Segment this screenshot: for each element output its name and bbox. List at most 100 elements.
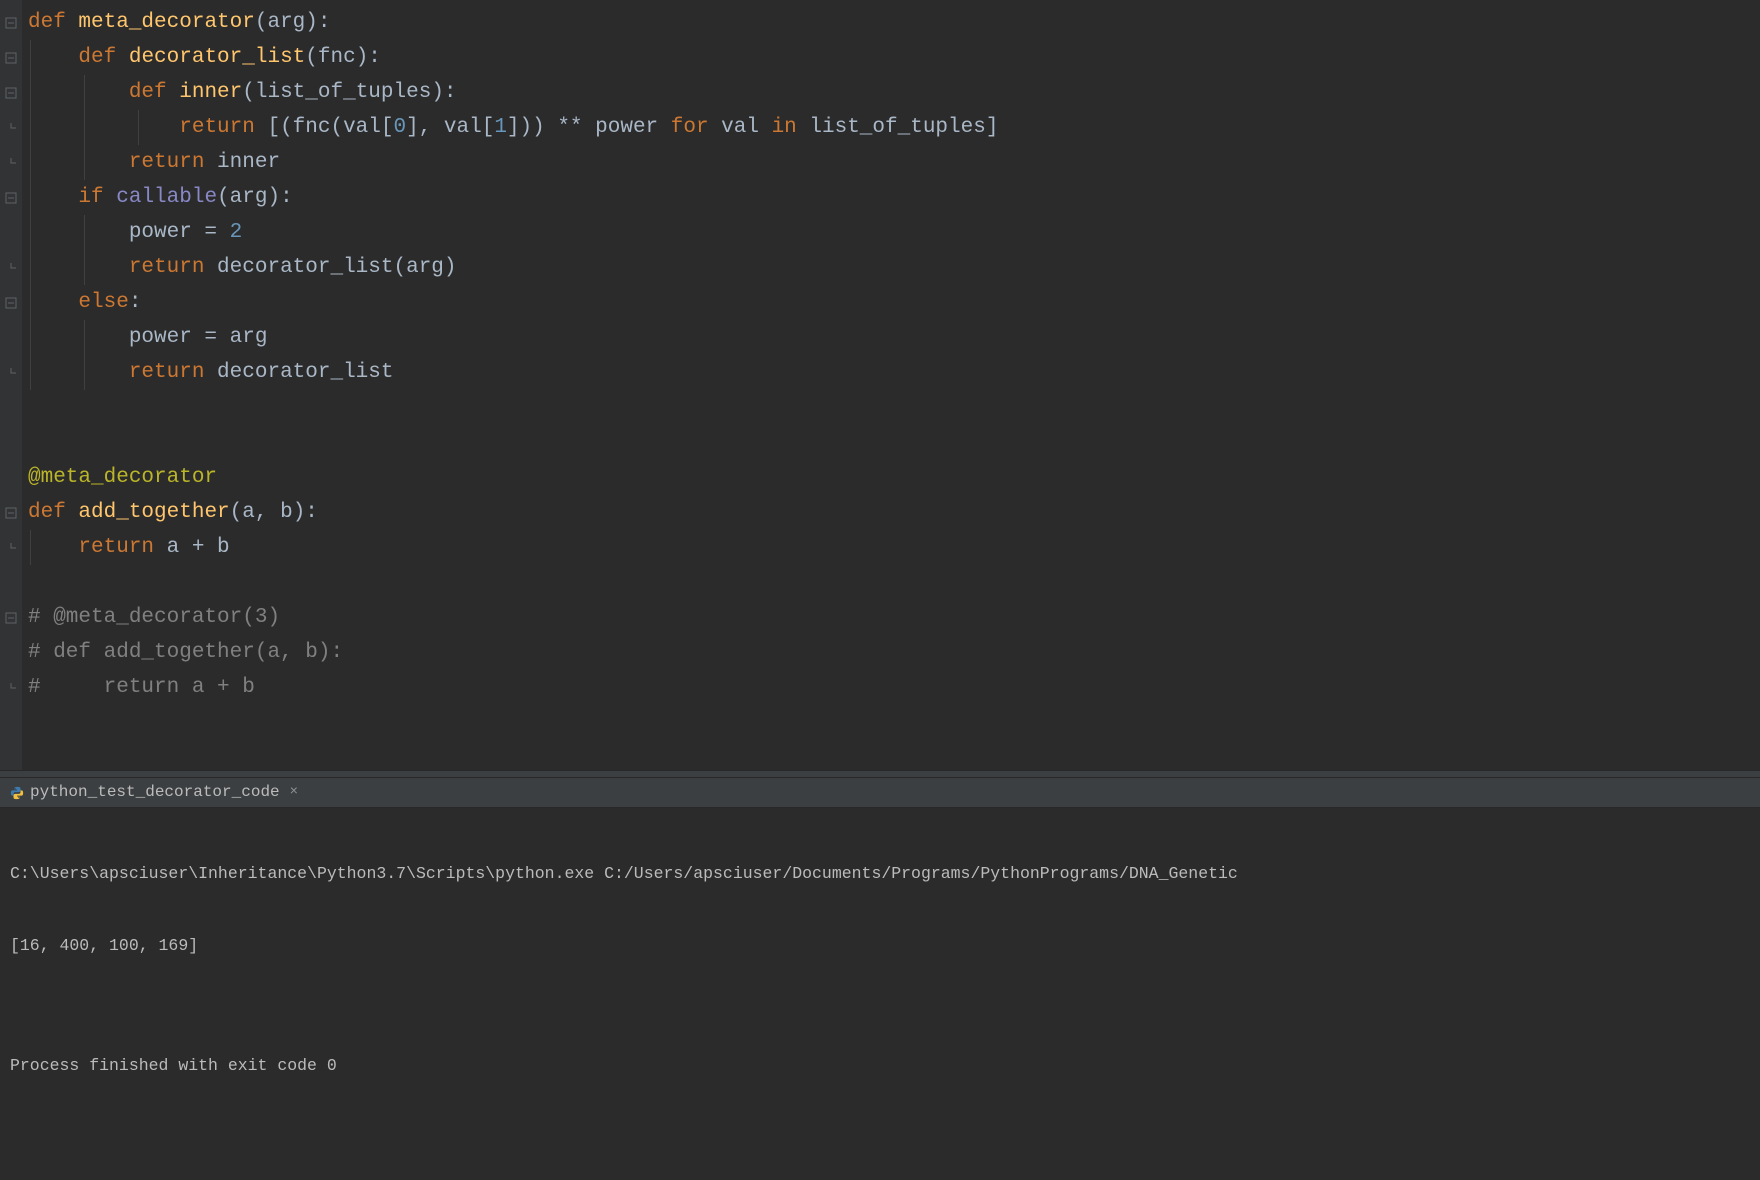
code-token: def [78, 46, 128, 69]
fold-marker [0, 670, 22, 705]
code-line[interactable]: return decorator_list [28, 355, 1760, 390]
code-token: for [671, 116, 709, 139]
code-token [28, 46, 78, 69]
code-token: return [129, 361, 205, 384]
code-token: list_of_tuples [255, 81, 431, 104]
fold-marker [0, 635, 22, 670]
code-line[interactable]: def inner(list_of_tuples): [28, 75, 1760, 110]
code-token: ): [267, 186, 292, 209]
code-token: else [78, 291, 128, 314]
code-token: a + b [154, 536, 230, 559]
code-token: 2 [230, 221, 243, 244]
fold-marker[interactable] [0, 75, 22, 110]
code-editor[interactable]: def meta_decorator(arg): def decorator_l… [0, 0, 1760, 770]
code-line[interactable]: return inner [28, 145, 1760, 180]
code-token [28, 536, 78, 559]
code-token: ( [230, 501, 243, 524]
fold-marker [0, 145, 22, 180]
code-token: list_of_tuples] [797, 116, 999, 139]
run-tab[interactable]: python_test_decorator_code × [0, 778, 308, 807]
code-token: fnc [318, 46, 356, 69]
code-token: power = [28, 221, 230, 244]
code-line[interactable]: # @meta_decorator(3) [28, 600, 1760, 635]
code-token [28, 186, 78, 209]
code-token: b [280, 501, 293, 524]
code-token: ], val[ [406, 116, 494, 139]
code-line[interactable] [28, 565, 1760, 600]
fold-marker[interactable] [0, 495, 22, 530]
code-token: return [129, 256, 205, 279]
fold-marker [0, 390, 22, 425]
code-line[interactable]: if callable(arg): [28, 180, 1760, 215]
fold-marker [0, 355, 22, 390]
code-token: ): [431, 81, 456, 104]
code-token: in [772, 116, 797, 139]
code-line[interactable]: power = arg [28, 320, 1760, 355]
code-line[interactable]: else: [28, 285, 1760, 320]
code-token: ( [217, 186, 230, 209]
code-token: ): [305, 11, 330, 34]
code-token: 0 [393, 116, 406, 139]
fold-marker [0, 110, 22, 145]
code-token: def [129, 81, 179, 104]
code-token: decorator_list(arg) [204, 256, 456, 279]
code-line[interactable]: def add_together(a, b): [28, 495, 1760, 530]
code-line[interactable]: @meta_decorator [28, 460, 1760, 495]
code-line[interactable]: def decorator_list(fnc): [28, 40, 1760, 75]
code-token: def [28, 501, 78, 524]
code-token: 1 [494, 116, 507, 139]
code-token: ): [293, 501, 318, 524]
code-token: inner [179, 81, 242, 104]
code-token [28, 116, 179, 139]
code-line[interactable]: # def add_together(a, b): [28, 635, 1760, 670]
fold-marker [0, 215, 22, 250]
code-token: meta_decorator [78, 11, 254, 34]
code-line[interactable] [28, 390, 1760, 425]
code-content[interactable]: def meta_decorator(arg): def decorator_l… [22, 0, 1760, 770]
fold-marker [0, 530, 22, 565]
console-command-line: C:\Users\apsciuser\Inheritance\Python3.7… [10, 862, 1750, 886]
fold-marker[interactable] [0, 600, 22, 635]
code-token: arg [230, 186, 268, 209]
close-icon[interactable]: × [290, 775, 298, 810]
code-token: # @meta_decorator(3) [28, 606, 280, 629]
code-token: def [28, 11, 78, 34]
fold-marker[interactable] [0, 285, 22, 320]
code-token: ): [356, 46, 381, 69]
code-line[interactable]: def meta_decorator(arg): [28, 5, 1760, 40]
code-line[interactable]: return a + b [28, 530, 1760, 565]
code-token: callable [116, 186, 217, 209]
code-line[interactable] [28, 705, 1760, 740]
code-token: a [242, 501, 255, 524]
code-line[interactable]: # return a + b [28, 670, 1760, 705]
console-output[interactable]: C:\Users\apsciuser\Inheritance\Python3.7… [0, 808, 1760, 1180]
code-token [28, 291, 78, 314]
fold-marker [0, 425, 22, 460]
run-tab-label: python_test_decorator_code [30, 775, 280, 810]
code-line[interactable]: return decorator_list(arg) [28, 250, 1760, 285]
fold-marker[interactable] [0, 180, 22, 215]
fold-marker [0, 460, 22, 495]
code-token: # return a + b [28, 676, 255, 699]
code-line[interactable]: power = 2 [28, 215, 1760, 250]
console-exit-line: Process finished with exit code 0 [10, 1054, 1750, 1078]
console-result-line: [16, 400, 100, 169] [10, 934, 1750, 958]
code-token: : [129, 291, 142, 314]
code-token: ])) ** power [507, 116, 671, 139]
code-token: ( [242, 81, 255, 104]
fold-marker[interactable] [0, 40, 22, 75]
code-token: [(fnc(val[ [255, 116, 394, 139]
code-token: # def add_together(a, b): [28, 641, 343, 664]
code-token: add_together [78, 501, 229, 524]
code-token: power = arg [28, 326, 267, 349]
code-line[interactable] [28, 425, 1760, 460]
code-token: ( [305, 46, 318, 69]
code-token: return [179, 116, 255, 139]
code-line[interactable]: return [(fnc(val[0], val[1])) ** power f… [28, 110, 1760, 145]
code-token [28, 151, 129, 174]
code-token: return [78, 536, 154, 559]
code-token: @meta_decorator [28, 466, 217, 489]
fold-marker[interactable] [0, 5, 22, 40]
code-token: if [78, 186, 116, 209]
code-token: decorator_list [204, 361, 393, 384]
